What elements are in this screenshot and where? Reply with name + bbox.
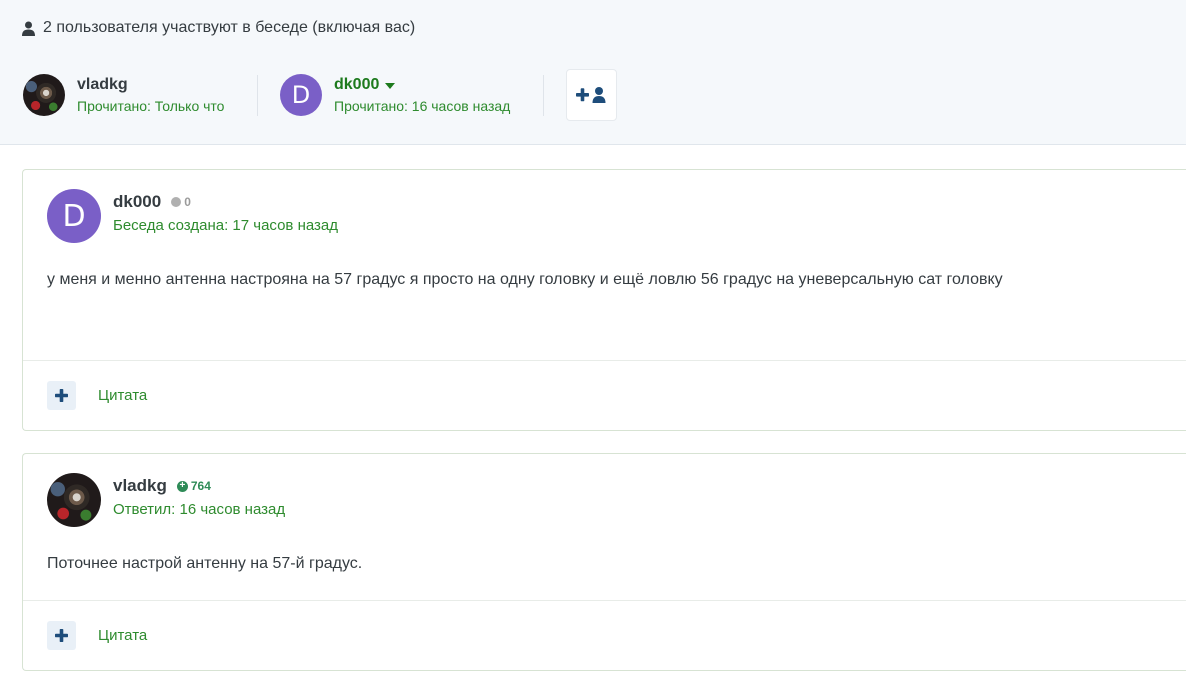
user-icon <box>22 21 35 36</box>
message-timestamp: Беседа создана: 17 часов назад <box>113 217 338 234</box>
message-body: у меня и менно антенна настрояна на 57 г… <box>47 271 1003 288</box>
divider <box>543 75 544 116</box>
participant-name[interactable]: dk000 <box>334 75 379 95</box>
multiquote-button[interactable] <box>47 381 76 410</box>
message-actions: Цитата <box>47 621 147 650</box>
reputation-badge: + 764 <box>176 475 211 497</box>
participant-name[interactable]: vladkg <box>77 75 224 95</box>
message-author-row: dk000 0 <box>113 191 191 213</box>
message-author-row: vladkg + 764 <box>113 475 211 497</box>
plus-icon <box>55 629 68 642</box>
reputation-value: 0 <box>184 195 191 209</box>
participants-count-text: 2 пользователя участвуют в беседе (включ… <box>43 19 416 36</box>
multiquote-button[interactable] <box>47 621 76 650</box>
quote-button[interactable]: Цитата <box>98 627 147 644</box>
add-participant-button[interactable] <box>566 69 617 121</box>
participant-dk000[interactable]: D dk000 Прочитано: 16 часов назад <box>280 74 510 116</box>
reputation-value: 764 <box>190 479 211 493</box>
quote-button[interactable]: Цитата <box>98 387 147 404</box>
chevron-down-icon[interactable] <box>385 83 396 89</box>
divider <box>23 600 1186 601</box>
message-card: vladkg + 764 Ответил: 16 часов назад Пот… <box>22 453 1186 671</box>
avatar[interactable] <box>47 473 101 527</box>
message-actions: Цитата <box>47 381 147 410</box>
avatar[interactable]: D <box>47 189 101 243</box>
participant-read-status: Прочитано: Только что <box>77 98 225 114</box>
divider <box>23 360 1186 361</box>
participants-header: 2 пользователя участвуют в беседе (включ… <box>22 18 415 38</box>
plus-icon <box>55 389 68 402</box>
author-name[interactable]: vladkg <box>113 475 167 497</box>
participant-name-menu[interactable]: dk000 <box>334 75 510 95</box>
reputation-plus-icon: + <box>176 480 188 492</box>
author-name[interactable]: dk000 <box>113 191 161 213</box>
message-body: Поточнее настрой антенну на 57-й градус. <box>47 555 363 572</box>
participants-panel: 2 пользователя участвуют в беседе (включ… <box>0 0 1186 145</box>
reputation-neutral-icon <box>171 197 182 207</box>
avatar-letter: D <box>62 198 86 234</box>
avatar[interactable]: D <box>280 74 322 116</box>
message-card: D dk000 0 Беседа создана: 17 часов назад… <box>22 169 1186 431</box>
avatar[interactable] <box>23 74 65 116</box>
message-timestamp: Ответил: 16 часов назад <box>113 501 286 518</box>
participant-vladkg[interactable]: vladkg Прочитано: Только что <box>23 74 224 116</box>
reputation-badge: 0 <box>171 191 191 213</box>
participant-read-status: Прочитано: 16 часов назад <box>334 98 511 114</box>
avatar-letter: D <box>291 81 311 109</box>
add-user-icon <box>575 87 605 103</box>
divider <box>257 75 258 116</box>
